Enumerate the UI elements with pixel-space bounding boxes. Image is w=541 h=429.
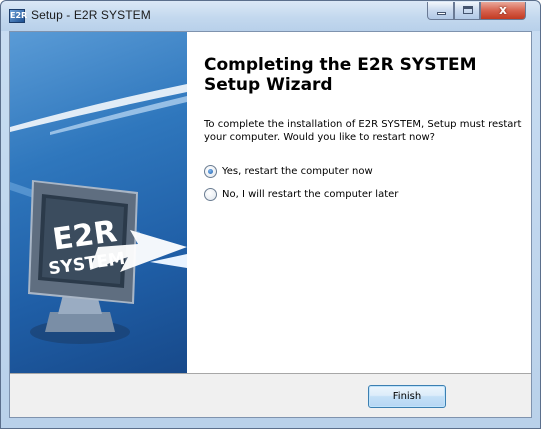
close-icon: x <box>499 3 507 17</box>
page-title: Completing the E2R SYSTEM Setup Wizard <box>204 55 524 95</box>
radio-button-unchecked[interactable] <box>204 187 217 201</box>
button-bar: Finish <box>10 373 531 417</box>
radio-button-checked[interactable] <box>204 164 217 178</box>
restart-now-option[interactable]: Yes, restart the computer now <box>204 163 373 179</box>
wizard-side-image: E2R SYSTEM <box>10 32 187 373</box>
monitor-illustration: E2R SYSTEM <box>10 84 187 344</box>
description-text: To complete the installation of E2R SYST… <box>204 119 522 143</box>
minimize-icon <box>437 12 446 15</box>
finish-button[interactable]: Finish <box>368 385 446 408</box>
window-title: Setup - E2R SYSTEM <box>31 8 151 22</box>
restart-later-option[interactable]: No, I will restart the computer later <box>204 186 398 202</box>
maximize-icon <box>463 6 473 14</box>
title-line-1: Completing the E2R SYSTEM <box>204 55 477 75</box>
restart-now-label[interactable]: Yes, restart the computer now <box>222 166 373 177</box>
title-bar[interactable]: E2R Setup - E2R SYSTEM x <box>1 1 540 31</box>
minimize-button[interactable] <box>427 2 454 20</box>
app-icon[interactable]: E2R <box>9 9 27 23</box>
restart-later-label[interactable]: No, I will restart the computer later <box>222 189 398 200</box>
maximize-button[interactable] <box>454 2 480 20</box>
title-line-2: Setup Wizard <box>204 75 333 95</box>
setup-window: E2R Setup - E2R SYSTEM x E2R SYSTEM Comp… <box>0 0 541 429</box>
wizard-client-area: E2R SYSTEM Completing the E2R SYSTEM Set… <box>9 31 532 418</box>
wizard-content: Completing the E2R SYSTEM Setup Wizard T… <box>187 32 531 373</box>
close-button[interactable]: x <box>480 2 526 20</box>
